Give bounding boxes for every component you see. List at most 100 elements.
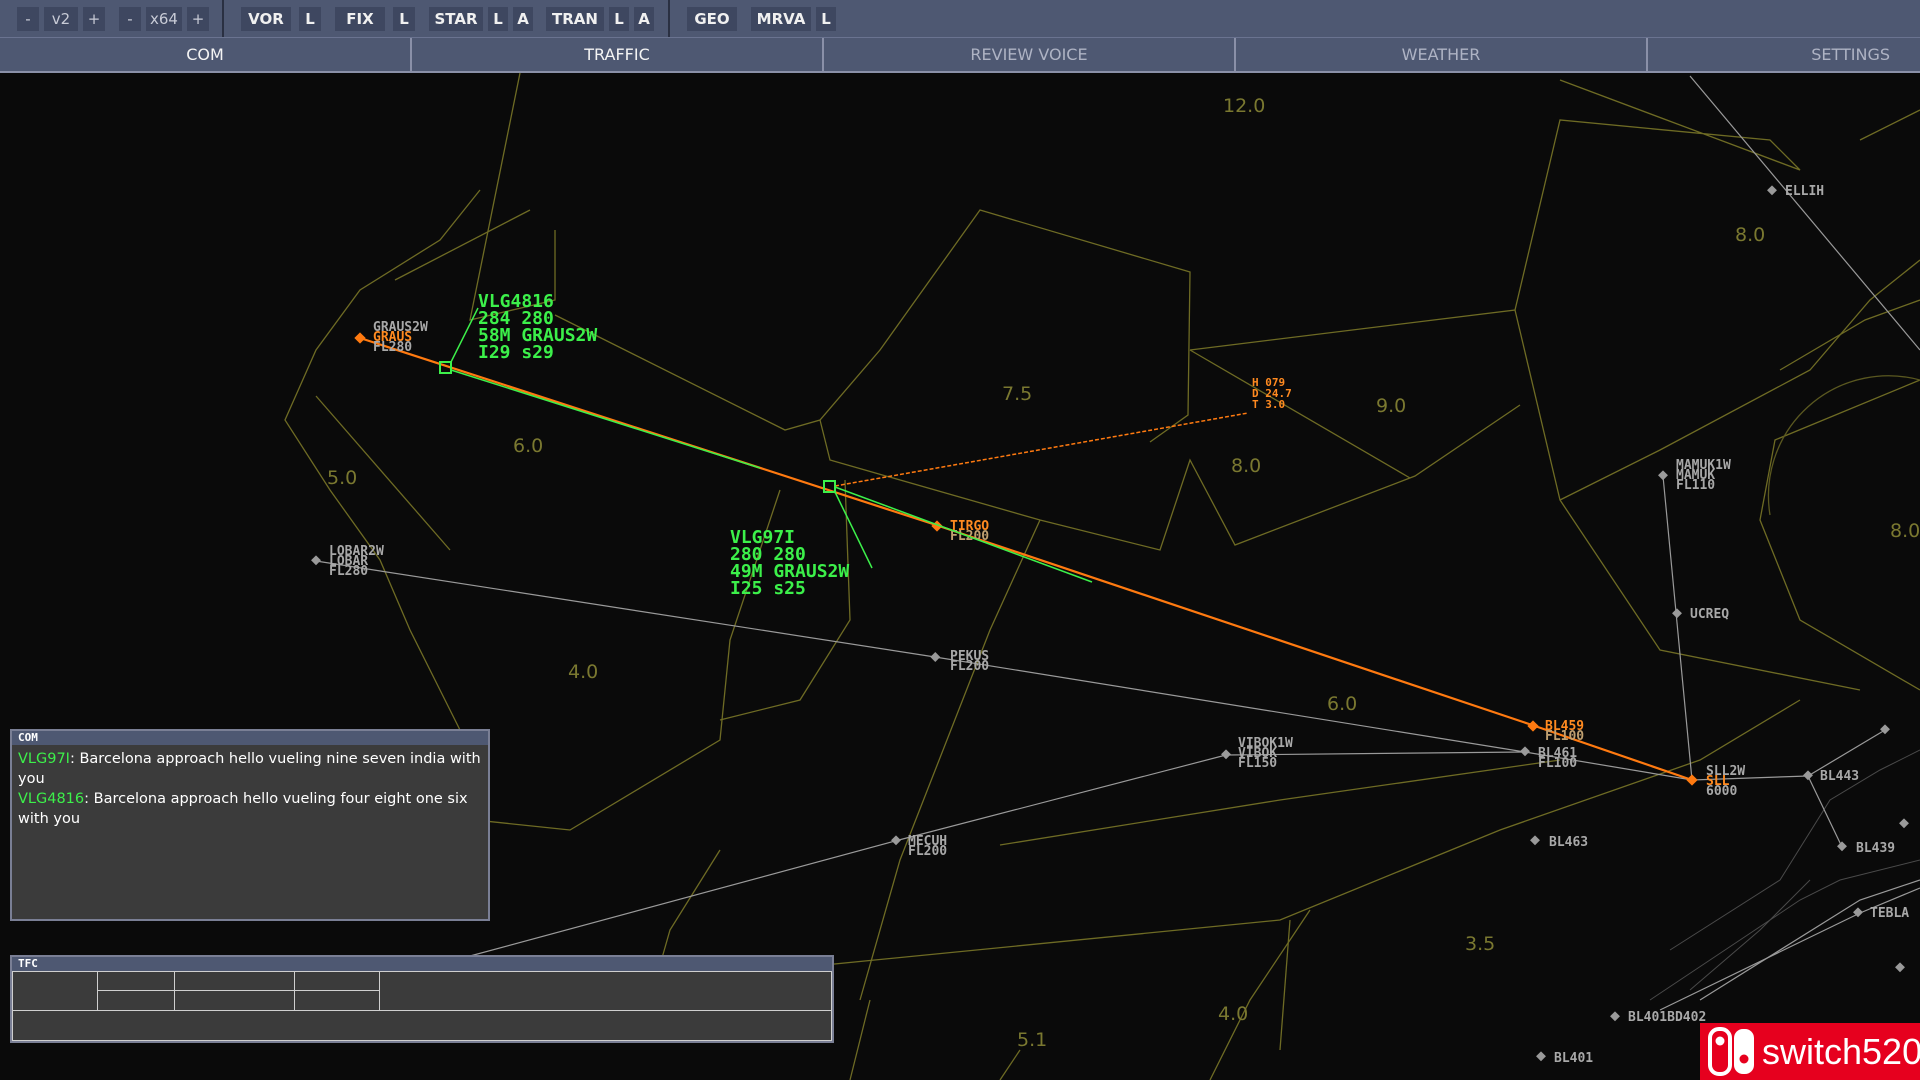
tfc-row[interactable] [12,1010,832,1041]
svg-text:TEBLA: TEBLA [1870,906,1909,921]
message-text: : Barcelona approach hello vueling nine … [18,751,481,787]
tfc-cell[interactable] [294,971,380,991]
svg-text:BL443: BL443 [1820,769,1859,784]
geo-toggle-button[interactable]: GEO [687,7,737,31]
mrva-toggle-button[interactable]: MRVA [751,7,811,31]
waypoint-bl439[interactable]: BL439 [1837,841,1895,856]
watermark-text: switch520 [1762,1031,1920,1072]
star-alt-button[interactable]: A [513,7,533,31]
tab-com[interactable]: COM [0,38,412,72]
tab-weather[interactable]: WEATHER [1236,38,1648,72]
tab-review-voice[interactable]: REVIEW VOICE [824,38,1236,72]
altitude-labels: 12.0 8.0 7.5 9.0 6.0 5.0 8.0 8.0 4.0 6.0… [327,95,1920,1051]
svg-text:FL200: FL200 [908,844,947,859]
waypoint-bl401[interactable]: BL401 [1536,1051,1593,1066]
com-message-list: VLG97I: Barcelona approach hello vueling… [12,745,488,833]
svg-text:BL401: BL401 [1554,1051,1593,1066]
waypoint-bl402[interactable]: BL401BD402 [1610,1010,1706,1025]
tran-label-button[interactable]: L [609,7,629,31]
tab-settings[interactable]: SETTINGS [1648,38,1920,72]
sector-boundaries [284,73,1920,1080]
version-increase-button[interactable]: + [83,7,105,31]
message-callsign[interactable]: VLG4816 [18,791,84,807]
com-message: VLG4816: Barcelona approach hello vuelin… [18,789,482,829]
waypoint-graus-marker [354,332,366,344]
zoom-increase-button[interactable]: + [187,7,209,31]
waypoint-bl459[interactable]: BL459 FL100 [1545,719,1584,744]
tfc-cell[interactable] [97,990,175,1011]
altitude-label: 4.0 [568,661,598,683]
altitude-label: 7.5 [1002,383,1032,405]
message-callsign[interactable]: VLG97I [18,751,70,767]
waypoint-ellih[interactable]: ELLIH [1767,184,1824,199]
mrva-label-button[interactable]: L [816,7,836,31]
vor-label-button[interactable]: L [299,7,321,31]
procedure-routes [315,75,1920,1011]
switch-logo-icon [1708,1027,1754,1076]
altitude-label: 8.0 [1890,520,1920,542]
waypoint-bl461[interactable]: BL461 FL100 [1520,746,1577,771]
aircraft-vlg97i[interactable]: VLG97I 280 280 49M GRAUS2W I25 s25 [730,480,1093,599]
altitude-label: 3.5 [1465,933,1495,955]
svg-text:6000: 6000 [1706,784,1737,799]
version-decrease-button[interactable]: - [17,7,39,31]
tfc-cell[interactable] [174,971,295,991]
waypoint-vibok[interactable]: VIBOK1W VIBOK FL150 [1221,736,1293,771]
waypoint-sll[interactable]: SLL2W SLL 6000 [1706,764,1745,799]
zoom-value: x64 [146,7,182,31]
altitude-label: 12.0 [1223,95,1265,117]
svg-text:FL110: FL110 [1676,478,1715,493]
waypoint-sll-marker [1686,774,1698,786]
altitude-label: 5.1 [1017,1029,1047,1051]
altitude-label: 8.0 [1735,224,1765,246]
tran-toggle-button[interactable]: TRAN [546,7,604,31]
com-message: VLG97I: Barcelona approach hello vueling… [18,749,482,789]
tfc-cell[interactable] [12,971,98,1011]
velocity-vector [834,486,1093,583]
zoom-decrease-button[interactable]: - [119,7,141,31]
star-toggle-button[interactable]: STAR [429,7,483,31]
svg-text:FL100: FL100 [1545,729,1584,744]
svg-text:FL200: FL200 [950,659,989,674]
waypoint-ucreq[interactable]: UCREQ [1672,607,1729,622]
altitude-label: 6.0 [1327,693,1357,715]
altitude-label: 9.0 [1376,395,1406,417]
version-value: v2 [44,7,78,31]
radar-scope[interactable]: 12.0 8.0 7.5 9.0 6.0 5.0 8.0 8.0 4.0 6.0… [0,73,1920,1080]
altitude-label: 4.0 [1218,1003,1248,1025]
svg-text:T 3.0: T 3.0 [1252,398,1285,411]
waypoint-mamuk[interactable]: MAMUK1W MAMUK FL110 [1658,458,1731,493]
tfc-panel: TFC [10,955,834,1043]
svg-text:BL439: BL439 [1856,841,1895,856]
tab-traffic[interactable]: TRAFFIC [412,38,824,72]
waypoint-bl463[interactable]: BL463 [1530,835,1588,850]
tfc-cell[interactable] [174,990,295,1011]
aircraft-speed: I25 s25 [730,578,806,599]
waypoint-bl459-marker [1527,720,1539,732]
waypoint-pekus[interactable]: PEKUS FL200 [930,649,989,674]
tfc-panel-title: TFC [12,957,832,971]
heading-projection-line [834,412,1249,487]
waypoint-mecuh[interactable]: MECUH FL200 [891,834,947,859]
watermark-logo: switch520 [1700,1023,1920,1080]
aircraft-speed: I29 s29 [478,342,554,363]
star-label-button[interactable]: L [488,7,508,31]
toolbar-divider [668,0,670,37]
svg-text:FL280: FL280 [329,564,368,579]
vor-toggle-button[interactable]: VOR [241,7,291,31]
svg-text:BL463: BL463 [1549,835,1588,850]
tran-alt-button[interactable]: A [634,7,654,31]
svg-text:FL280: FL280 [373,340,412,355]
altitude-label: 5.0 [327,467,357,489]
waypoint-tebla[interactable]: TEBLA [1853,906,1909,921]
fix-toggle-button[interactable]: FIX [335,7,385,31]
tfc-cell[interactable] [97,971,175,991]
fix-label-button[interactable]: L [393,7,415,31]
tfc-cell[interactable] [379,971,832,1011]
com-panel-title: COM [12,731,488,745]
svg-text:FL150: FL150 [1238,756,1277,771]
waypoint-graus[interactable]: GRAUS2W GRAUS FL280 [373,320,428,355]
com-panel: COM VLG97I: Barcelona approach hello vue… [10,729,490,921]
tfc-cell[interactable] [294,990,380,1011]
waypoint-bl443[interactable]: BL443 [1803,769,1859,784]
